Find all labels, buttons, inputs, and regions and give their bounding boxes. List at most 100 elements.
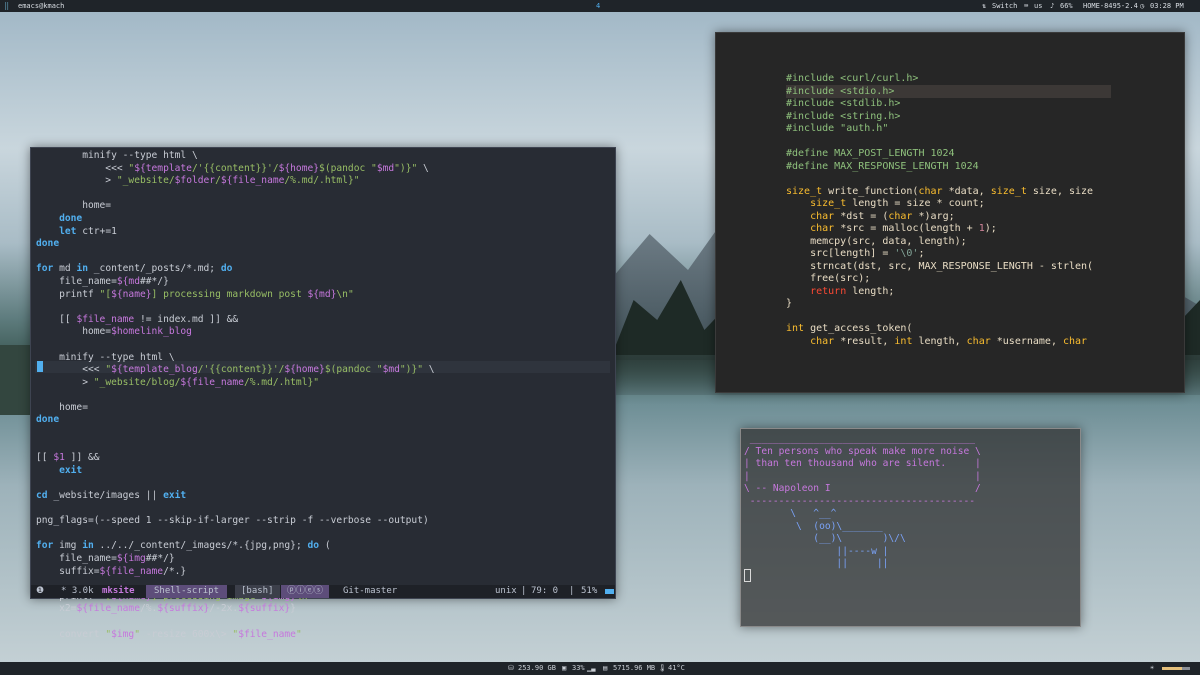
code-line[interactable]	[36, 528, 435, 541]
code-line[interactable]: minify --type html \	[36, 352, 435, 365]
code-line[interactable]: #define MAX_POST_LENGTH 1024	[786, 148, 1093, 161]
network-name[interactable]: HOME-8495-2.4	[1083, 0, 1138, 12]
cpu-usage: 33%	[572, 664, 585, 672]
code-line[interactable]: #include <string.h>	[786, 111, 1093, 124]
code-line[interactable]: #include "auth.h"	[786, 123, 1093, 136]
code-line[interactable]: free(src);	[786, 273, 1093, 286]
code-line[interactable]: convert "$img" -resize 600x\> "$file_nam…	[36, 629, 435, 642]
code-line[interactable]	[36, 477, 435, 490]
terminal-window[interactable]: _______________________________________ /…	[740, 428, 1081, 627]
clock: 03:28 PM	[1150, 2, 1184, 10]
code-line[interactable]: minify --type html \	[36, 150, 435, 163]
top-panel: ⣿ emacs@kmach 4 ⇅ Switch ⌨ us ♪ 66% HOME…	[0, 0, 1200, 12]
code-line[interactable]: exit	[36, 465, 435, 478]
switch-button[interactable]: Switch	[992, 0, 1017, 12]
code-line[interactable]	[36, 427, 435, 440]
code-line[interactable]	[786, 136, 1093, 149]
menu-icon[interactable]: ⣿	[4, 0, 9, 12]
code-line[interactable]: [[ $file_name != index.md ]] &&	[36, 314, 435, 327]
code-line[interactable]: done	[36, 238, 435, 251]
code-line[interactable]: > "_website/blog/${file_name/%.md/.html}…	[36, 377, 435, 390]
code-line[interactable]: memcpy(src, data, length);	[786, 236, 1093, 249]
code-line[interactable]: cd _website/images || exit	[36, 490, 435, 503]
code-line[interactable]: char *src = malloc(length + 1);	[786, 223, 1093, 236]
code-line[interactable]: strncat(dst, src, MAX_RESPONSE_LENGTH - …	[786, 261, 1093, 274]
c-editor-window[interactable]: #include <curl/curl.h> #include <stdio.h>…	[715, 32, 1185, 393]
code-line[interactable]: <<< "${template_blog/'{{content}}'/${hom…	[36, 364, 434, 377]
code-line[interactable]: file_name=${img##*/}	[36, 553, 435, 566]
scroll-indicator	[605, 589, 614, 594]
code-line[interactable]: let ctr+=1	[36, 226, 435, 239]
ram-icon: ▤	[603, 664, 608, 672]
cowsay-line: _______________________________________	[744, 433, 976, 444]
cowsay-line: || ||	[744, 558, 889, 569]
bottom-panel: ⛁ 253.90 GB ▣ 33% ▁▃ ▤ 5715.96 MB 🌡 41°C…	[0, 662, 1200, 675]
c-editor-text[interactable]: #include <curl/curl.h> #include <stdio.h>…	[786, 73, 1093, 348]
code-line[interactable]	[36, 339, 435, 352]
workspace-indicator[interactable]: 4	[596, 0, 600, 12]
terminal-cursor	[744, 569, 751, 582]
code-line[interactable]	[36, 301, 435, 314]
code-line[interactable]: #include <stdio.h>	[786, 86, 1093, 99]
code-line[interactable]: return length;	[786, 286, 1093, 299]
code-line[interactable]	[36, 389, 435, 402]
thermometer-icon: 🌡	[658, 664, 667, 672]
code-line[interactable]	[36, 503, 435, 516]
cowsay-line: | than ten thousand who are silent. |	[744, 458, 981, 469]
process-name: [bash]	[235, 585, 280, 598]
major-mode[interactable]: Shell-script	[146, 585, 228, 598]
buffer-size: * 3.0k	[61, 586, 94, 596]
active-window-title: emacs@kmach	[18, 2, 65, 10]
cowsay-line: (__)\ )\/\	[744, 533, 906, 544]
code-line[interactable]: done	[36, 213, 435, 226]
evil-state-indicator: ❶	[36, 586, 45, 596]
code-line[interactable]	[786, 173, 1093, 186]
code-line[interactable]	[36, 251, 435, 264]
code-line[interactable]	[786, 311, 1093, 324]
code-line[interactable]: src[length] = '\0';	[786, 248, 1093, 261]
code-line[interactable]: #include <curl/curl.h>	[786, 73, 1093, 86]
code-line[interactable]: file_name=${md##*/}	[36, 276, 435, 289]
cowsay-line: \ (oo)\_______	[744, 520, 883, 532]
emacs-window[interactable]: minify --type html \ <<< "${template/'{{…	[30, 147, 616, 640]
volume-level[interactable]: 66%	[1060, 0, 1073, 12]
code-line[interactable]: [[ $1 ]] &&	[36, 452, 435, 465]
brightness-fill	[1162, 667, 1182, 670]
code-line[interactable]: #define MAX_RESPONSE_LENGTH 1024	[786, 161, 1093, 174]
code-line[interactable]: home=	[36, 200, 435, 213]
code-line[interactable]: printf "[${name}] processing markdown po…	[36, 289, 435, 302]
code-line[interactable]: suffix=${file_name/*.}	[36, 566, 435, 579]
code-line[interactable]: x2=${file_name/%.${suffix}/-2x.${suffix}…	[36, 603, 435, 616]
code-line[interactable]	[36, 440, 435, 453]
code-line[interactable]: home=$homelink_blog	[36, 326, 435, 339]
code-line[interactable]: }	[786, 298, 1093, 311]
keyboard-layout[interactable]: us	[1034, 0, 1042, 12]
code-line[interactable]: <<< "${template/'{{content}}'/${home}$(p…	[36, 163, 435, 176]
code-line[interactable]: home=	[36, 402, 435, 415]
project-name: mksite	[102, 586, 135, 596]
code-line[interactable]: png_flags=(--speed 1 --skip-if-larger --…	[36, 515, 435, 528]
git-branch[interactable]: Git-master	[343, 585, 397, 598]
cowsay-line: / Ten persons who speak make more noise …	[744, 445, 981, 457]
code-line[interactable]: char *dst = (char *)arg;	[786, 211, 1093, 224]
code-line[interactable]: #include <stdlib.h>	[786, 98, 1093, 111]
cpu-graph-icon: ▁▃	[587, 664, 596, 672]
code-line[interactable]: size_t length = size * count;	[786, 198, 1093, 211]
minor-mode-indicators: ⓟⓘⓔⓢ	[281, 585, 330, 598]
code-line[interactable]: char *result, int length, char *username…	[786, 336, 1093, 349]
cowsay-line: ---------------------------------------	[744, 495, 976, 507]
code-line[interactable]	[36, 616, 435, 629]
code-line[interactable]: done	[36, 414, 435, 427]
keyboard-icon: ⌨	[1024, 2, 1029, 10]
code-line[interactable]: for md in _content/_posts/*.md; do	[36, 263, 435, 276]
volume-icon: ♪	[1050, 2, 1055, 10]
wallpaper-shore	[0, 345, 30, 415]
code-line[interactable]: int get_access_token(	[786, 323, 1093, 336]
code-line[interactable]: size_t write_function(char *data, size_t…	[786, 186, 1093, 199]
file-encoding: unix	[495, 586, 517, 596]
code-line[interactable]: for img in ../../_content/_images/*.{jpg…	[36, 540, 435, 553]
code-line[interactable]: > "_website/$folder/${file_name/%.md/.ht…	[36, 175, 435, 188]
cowsay-line: ||----w |	[744, 545, 889, 557]
code-line[interactable]	[36, 188, 435, 201]
emacs-editor-text[interactable]: minify --type html \ <<< "${template/'{{…	[36, 150, 435, 641]
